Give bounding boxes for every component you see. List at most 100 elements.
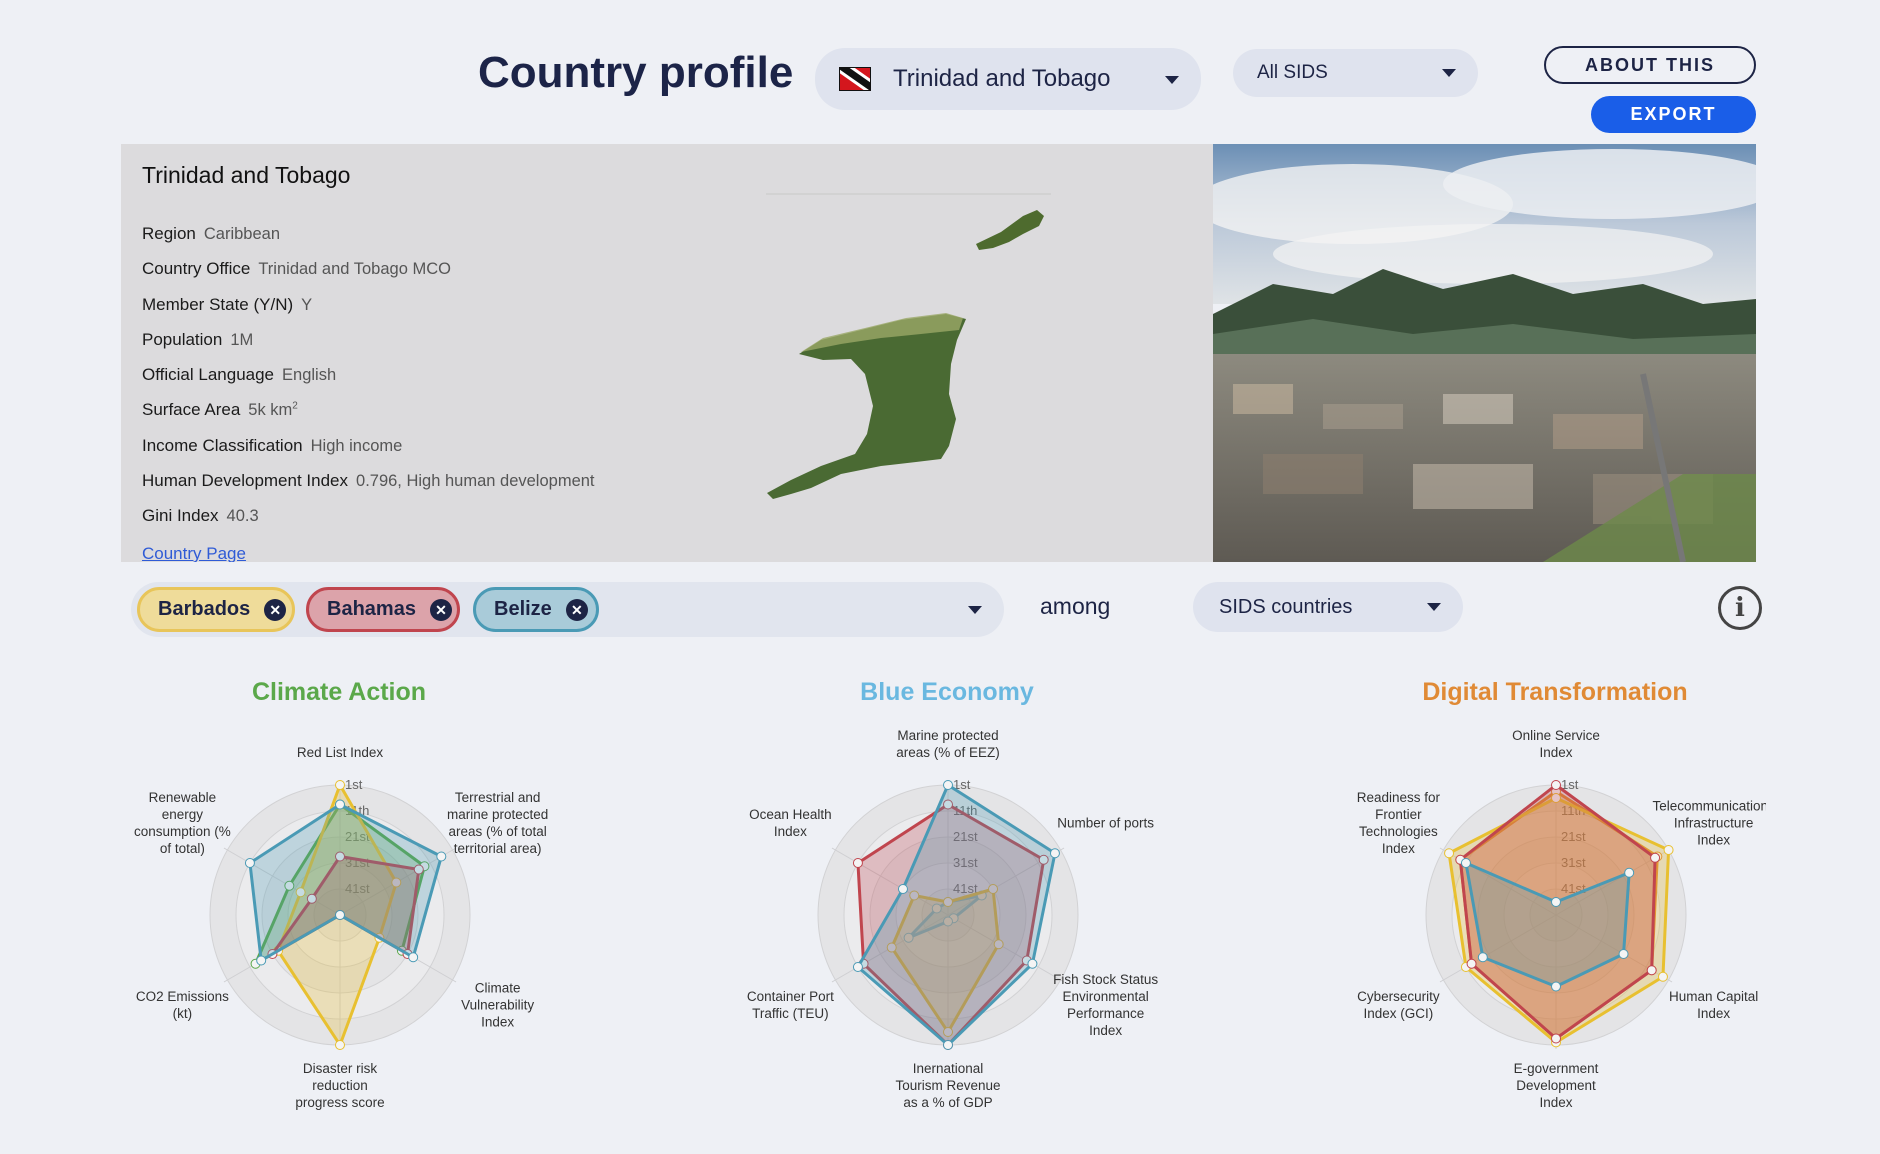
sids-group-select[interactable]: All SIDS [1233, 49, 1478, 97]
axis-label-line: of total) [160, 841, 205, 856]
axis-label-line: Performance [1067, 1006, 1144, 1021]
country-page-link[interactable]: Country Page [142, 544, 246, 562]
info-icon[interactable]: i [1718, 586, 1762, 630]
surface-area-value: 5k km [248, 401, 293, 420]
axis-label: Human Capital Index [1669, 989, 1758, 1021]
axis-label: Inernational Tourism Revenue as a % of GDP [895, 1061, 1000, 1110]
radar-point[interactable] [1624, 867, 1635, 878]
comparison-group-label: SIDS countries [1219, 595, 1353, 618]
radar-point[interactable] [1551, 981, 1561, 992]
axis-label-line: territorial area) [454, 841, 542, 856]
axis-label: Disaster risk reduction progress score [295, 1061, 384, 1110]
axis-label: Telecommunications Infrastructure Index [1652, 799, 1766, 848]
compare-countries-select[interactable]: Barbados ✕ Bahamas ✕ Belize ✕ [131, 582, 1004, 637]
axis-label-line: Index [1697, 833, 1730, 848]
export-button[interactable]: EXPORT [1591, 96, 1756, 133]
axis-label-line: Vulnerability [461, 998, 534, 1013]
chip-bahamas[interactable]: Bahamas ✕ [306, 587, 460, 632]
axis-label-line: Infrastructure [1674, 816, 1754, 831]
radar-point[interactable] [1460, 858, 1471, 868]
country-profile-panel: Trinidad and Tobago Region Caribbean Coun… [121, 144, 1213, 562]
radar-point[interactable] [1618, 949, 1629, 959]
fact-value: English [282, 366, 337, 385]
axis-label-line: Red List Index [297, 745, 384, 760]
radar-point[interactable] [244, 858, 255, 868]
axis-label-line: Number of ports [1057, 816, 1154, 831]
chevron-down-icon [1165, 76, 1179, 84]
axis-label: Red List Index [297, 745, 384, 760]
radar-point[interactable] [256, 955, 267, 966]
fact-row: Member State (Y/N) Y [142, 295, 595, 330]
radar-point[interactable] [335, 1040, 345, 1050]
axis-label-line: Index [1539, 745, 1572, 760]
radar-point[interactable] [1477, 952, 1488, 963]
chart-title-digital: Digital Transformation [1422, 678, 1688, 706]
chip-label: Belize [494, 598, 552, 620]
axis-label-line: (kt) [173, 1006, 193, 1021]
axis-label-line: Index [481, 1015, 514, 1030]
radar-point[interactable] [335, 799, 345, 810]
profile-country-name: Trinidad and Tobago [142, 162, 351, 188]
radar-point[interactable] [1466, 958, 1477, 969]
close-icon[interactable]: ✕ [565, 598, 588, 621]
radar-point[interactable] [408, 952, 419, 963]
axis-label-line: Fish Stock Status [1053, 972, 1158, 987]
fact-row: Human Development Index 0.796, High human… [142, 471, 595, 506]
about-button[interactable]: ABOUT THIS [1544, 46, 1756, 84]
axis-label-line: marine protected [447, 807, 548, 822]
country-map [766, 193, 1051, 499]
radar-point[interactable] [852, 962, 863, 972]
rank-tick-label: 1st [345, 777, 363, 792]
radar-point[interactable] [1551, 897, 1561, 907]
chip-barbados[interactable]: Barbados ✕ [137, 587, 295, 632]
radar-point[interactable] [335, 910, 345, 920]
axis-label-line: Inernational [913, 1061, 984, 1076]
axis-label: Container Port Traffic (TEU) [747, 989, 834, 1021]
fact-key: Official Language [142, 365, 275, 385]
radar-point[interactable] [1657, 971, 1668, 982]
fact-row: Population 1M [142, 330, 595, 365]
radar-point[interactable] [897, 884, 908, 894]
country-select[interactable]: Trinidad and Tobago [815, 48, 1201, 110]
axis-label-line: Readiness for [1357, 790, 1441, 805]
axis-label: E-government Development Index [1514, 1061, 1599, 1110]
close-icon[interactable]: ✕ [429, 598, 452, 621]
country-select-label: Trinidad and Tobago [893, 65, 1111, 92]
radar-point[interactable] [1444, 848, 1455, 859]
chip-belize[interactable]: Belize ✕ [473, 587, 599, 632]
axis-label-line: energy [162, 807, 204, 822]
axis-label-line: Ocean Health [749, 807, 832, 822]
axis-label-line: Human Capital [1669, 989, 1758, 1004]
radar-point[interactable] [1663, 845, 1674, 855]
axis-label-line: Renewable [149, 790, 217, 805]
fact-value: Y [301, 295, 313, 314]
fact-value: 40.3 [226, 507, 259, 526]
radar-point[interactable] [335, 780, 345, 790]
radar-point[interactable] [1646, 965, 1657, 976]
axis-label: CO2 Emissions (kt) [136, 989, 229, 1021]
radar-point[interactable] [1551, 780, 1561, 790]
fact-row: Income Classification High income [142, 436, 595, 471]
sids-group-label: All SIDS [1257, 62, 1328, 83]
fact-row: Surface Area 5k km2 [142, 400, 595, 435]
radar-point[interactable] [1049, 848, 1060, 859]
radar-point[interactable] [436, 851, 447, 862]
axis-label: Marine protected areas (% of EEZ) [896, 728, 1000, 760]
radar-point[interactable] [1027, 958, 1038, 969]
chart-title-blue-economy: Blue Economy [860, 678, 1034, 706]
chevron-down-icon [1442, 69, 1456, 77]
radar-point[interactable] [852, 858, 863, 868]
radar-point[interactable] [943, 1040, 953, 1050]
close-icon[interactable]: ✕ [264, 598, 287, 621]
profile-facts: Region Caribbean Country Office Trinidad a… [142, 224, 595, 542]
radar-point[interactable] [1551, 1033, 1561, 1044]
radar-point[interactable] [943, 780, 953, 790]
axis-label-line: Telecommunications [1652, 799, 1766, 814]
radar-point[interactable] [1650, 852, 1661, 863]
axis-label-line: Index [1697, 1006, 1730, 1021]
comparison-group-select[interactable]: SIDS countries [1193, 582, 1463, 632]
axis-label-line: Marine protected [897, 728, 998, 743]
axis-label: Terrestrial and marine protected areas (% … [447, 790, 548, 856]
chip-label: Bahamas [327, 598, 416, 620]
fact-row: Country Office Trinidad and Tobago MCO [142, 259, 595, 294]
